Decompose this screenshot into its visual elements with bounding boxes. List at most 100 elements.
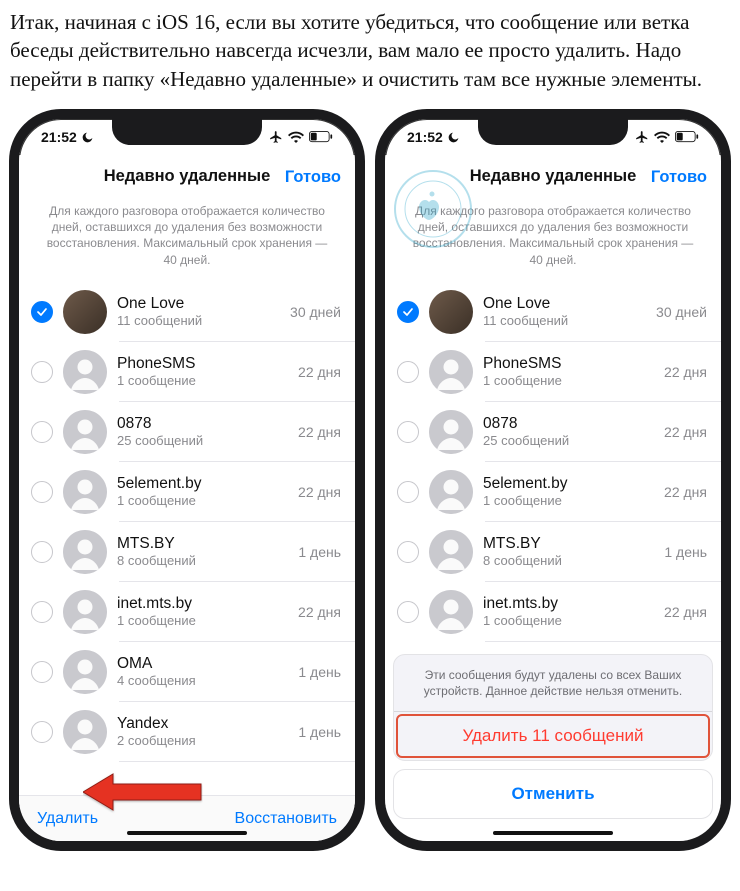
conversation-row[interactable]: PhoneSMS1 сообщение 22 дня	[385, 342, 721, 402]
list-description: Для каждого разговора отображается колич…	[19, 199, 355, 282]
conversation-list: One Love11 сообщений30 днейPhoneSMS1 соо…	[19, 282, 355, 795]
moon-icon	[81, 131, 94, 144]
notch	[112, 117, 262, 145]
select-radio[interactable]	[31, 421, 53, 443]
conversation-name: inet.mts.by	[117, 595, 288, 613]
message-count: 11 сообщений	[117, 313, 280, 329]
placeholder-avatar	[63, 530, 107, 574]
placeholder-avatar	[63, 710, 107, 754]
contact-photo-avatar	[429, 290, 473, 334]
conversation-name: 0878	[117, 415, 288, 433]
nav-bar: Недавно удаленные Готово	[385, 155, 721, 199]
placeholder-avatar	[429, 590, 473, 634]
airplane-icon	[635, 130, 649, 144]
select-radio[interactable]	[31, 661, 53, 683]
moon-icon	[447, 131, 460, 144]
phone-screenshots: 21:52 Недавно удаленные Готово Для каждо…	[0, 109, 740, 861]
wifi-icon	[654, 131, 670, 143]
conversation-row[interactable]: inet.mts.by1 сообщение 22 дня	[19, 582, 355, 642]
days-remaining: 1 день	[298, 664, 341, 680]
action-sheet-message: Эти сообщения будут удалены со всех Ваши…	[394, 655, 712, 712]
message-count: 25 сообщений	[117, 433, 288, 449]
notch	[478, 117, 628, 145]
restore-button[interactable]: Восстановить	[235, 810, 337, 828]
message-count: 1 сообщение	[483, 373, 654, 389]
message-count: 2 сообщения	[117, 733, 288, 749]
airplane-icon	[269, 130, 283, 144]
select-radio[interactable]	[397, 541, 419, 563]
phone-right: 21:52 Недавно удал	[375, 109, 731, 851]
home-indicator	[493, 831, 613, 836]
select-radio[interactable]	[31, 541, 53, 563]
placeholder-avatar	[63, 410, 107, 454]
conversation-row[interactable]: inet.mts.by1 сообщение 22 дня	[385, 582, 721, 642]
conversation-row[interactable]: MTS.BY8 сообщений1 день	[385, 522, 721, 582]
conversation-row[interactable]: Yandex2 сообщения1 день	[19, 702, 355, 762]
select-radio[interactable]	[397, 601, 419, 623]
days-remaining: 22 дня	[298, 364, 341, 380]
wifi-icon	[288, 131, 304, 143]
conversation-row[interactable]: 087825 сообщений22 дня	[385, 402, 721, 462]
status-time: 21:52	[41, 129, 77, 145]
days-remaining: 22 дня	[298, 484, 341, 500]
select-radio[interactable]	[31, 301, 53, 323]
article-paragraph: Итак, начиная с iOS 16, если вы хотите у…	[0, 0, 740, 109]
delete-messages-button[interactable]: Удалить 11 сообщений	[394, 712, 712, 760]
contact-photo-avatar	[63, 290, 107, 334]
conversation-name: PhoneSMS	[117, 355, 288, 373]
placeholder-avatar	[63, 590, 107, 634]
message-count: 25 сообщений	[483, 433, 654, 449]
select-radio[interactable]	[397, 421, 419, 443]
placeholder-avatar	[429, 530, 473, 574]
select-radio[interactable]	[31, 601, 53, 623]
conversation-row[interactable]: One Love11 сообщений30 дней	[19, 282, 355, 342]
conversation-name: 5element.by	[483, 475, 654, 493]
select-radio[interactable]	[31, 361, 53, 383]
conversation-row[interactable]: MTS.BY8 сообщений1 день	[19, 522, 355, 582]
message-count: 1 сообщение	[483, 613, 654, 629]
days-remaining: 22 дня	[664, 604, 707, 620]
days-remaining: 30 дней	[656, 304, 707, 320]
list-description: Для каждого разговора отображается колич…	[385, 199, 721, 282]
phone-left: 21:52 Недавно удаленные Готово Для каждо…	[9, 109, 365, 851]
message-count: 1 сообщение	[117, 613, 288, 629]
days-remaining: 22 дня	[664, 484, 707, 500]
conversation-name: One Love	[117, 295, 280, 313]
done-button[interactable]: Готово	[285, 155, 341, 199]
cancel-button[interactable]: Отменить	[393, 769, 713, 819]
select-radio[interactable]	[397, 301, 419, 323]
conversation-name: Yandex	[117, 715, 288, 733]
placeholder-avatar	[429, 470, 473, 514]
placeholder-avatar	[63, 470, 107, 514]
conversation-name: 0878	[483, 415, 654, 433]
action-sheet: Эти сообщения будут удалены со всех Ваши…	[385, 654, 721, 841]
select-radio[interactable]	[31, 481, 53, 503]
conversation-name: 5element.by	[117, 475, 288, 493]
done-button[interactable]: Готово	[651, 155, 707, 199]
conversation-row[interactable]: 087825 сообщений22 дня	[19, 402, 355, 462]
conversation-name: One Love	[483, 295, 646, 313]
nav-title: Недавно удаленные	[470, 167, 637, 186]
message-count: 8 сообщений	[117, 553, 288, 569]
days-remaining: 22 дня	[298, 604, 341, 620]
select-radio[interactable]	[397, 481, 419, 503]
delete-button[interactable]: Удалить	[37, 810, 98, 828]
conversation-row[interactable]: 5element.by1 сообщение 22 дня	[385, 462, 721, 522]
conversation-name: OMA	[117, 655, 288, 673]
message-count: 1 сообщение	[483, 493, 654, 509]
conversation-name: inet.mts.by	[483, 595, 654, 613]
conversation-row[interactable]: 5element.by1 сообщение22 дня	[19, 462, 355, 522]
conversation-row[interactable]: OMA4 сообщения 1 день	[19, 642, 355, 702]
placeholder-avatar	[429, 410, 473, 454]
days-remaining: 22 дня	[664, 364, 707, 380]
message-count: 8 сообщений	[483, 553, 654, 569]
select-radio[interactable]	[397, 361, 419, 383]
conversation-row[interactable]: One Love11 сообщений30 дней	[385, 282, 721, 342]
message-count: 4 сообщения	[117, 673, 288, 689]
placeholder-avatar	[429, 350, 473, 394]
select-radio[interactable]	[31, 721, 53, 743]
battery-icon	[675, 131, 699, 143]
conversation-row[interactable]: PhoneSMS1 сообщение22 дня	[19, 342, 355, 402]
days-remaining: 1 день	[298, 544, 341, 560]
conversation-name: PhoneSMS	[483, 355, 654, 373]
